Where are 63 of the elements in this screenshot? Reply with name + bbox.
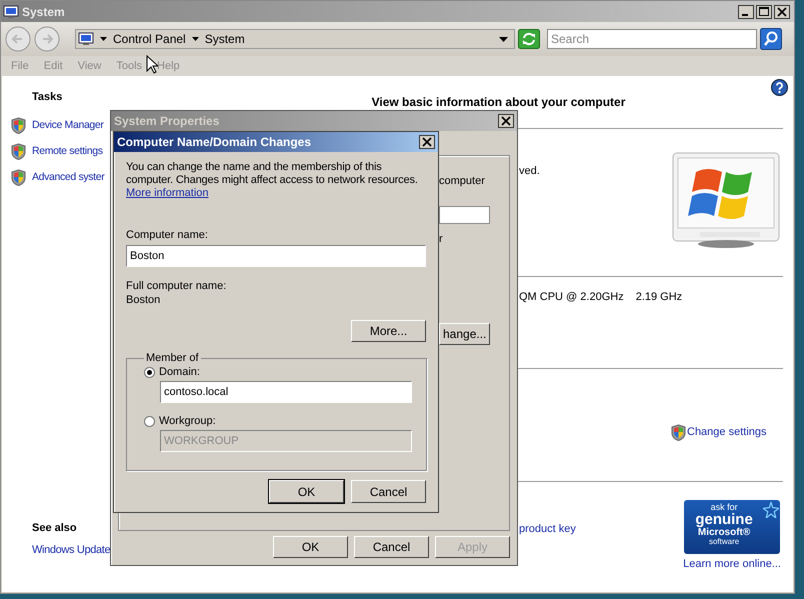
- task-link[interactable]: Remote settings: [32, 145, 103, 157]
- processor-text: QM CPU @ 2.20GHz: [519, 291, 624, 305]
- radio-label[interactable]: Workgroup:: [159, 415, 216, 427]
- maximize-icon[interactable]: [756, 4, 772, 18]
- change-button[interactable]: hange...: [439, 323, 490, 345]
- badge-text: genuine: [695, 512, 753, 528]
- task-link[interactable]: Advanced syster: [32, 171, 104, 183]
- computer-name-field[interactable]: Boston: [126, 245, 426, 267]
- group-label: Member of: [145, 352, 200, 364]
- genuine-badge[interactable]: ask for genuine Microsoft® software: [684, 500, 780, 554]
- window-title: System: [22, 4, 65, 18]
- learn-more-link[interactable]: Learn more online...: [683, 558, 781, 570]
- close-icon[interactable]: [774, 4, 790, 18]
- badge-text: software: [708, 538, 740, 546]
- star-icon: [763, 502, 780, 518]
- page-heading: View basic information about your computer: [372, 95, 626, 109]
- radio-button[interactable]: [144, 366, 155, 378]
- breadcrumb[interactable]: Control Panel: [113, 32, 186, 46]
- full-name-text: Boston: [126, 293, 160, 307]
- sidebar-title: See also: [32, 522, 78, 534]
- description-text: computer: [439, 175, 485, 187]
- shield-icon: [11, 116, 26, 134]
- caret-icon[interactable]: [192, 37, 199, 41]
- monitor-icon: [78, 32, 94, 46]
- badge-text: ask for: [710, 503, 738, 512]
- refresh-icon[interactable]: [518, 29, 540, 49]
- dialog-button[interactable]: OK: [269, 480, 344, 503]
- shield-icon: [11, 168, 26, 186]
- search-field[interactable]: Search: [547, 29, 757, 49]
- radio-button[interactable]: [144, 416, 155, 426]
- shield-icon: [11, 142, 26, 160]
- dialog-button[interactable]: OK: [273, 536, 348, 558]
- product-key-link[interactable]: product key: [519, 523, 576, 535]
- dialog-button[interactable]: Cancel: [351, 480, 426, 503]
- sidebar-title: Tasks: [32, 91, 64, 103]
- edition-text: ved.: [519, 165, 540, 179]
- label-text: r: [439, 233, 443, 245]
- change-settings-link[interactable]: Change settings: [687, 426, 766, 438]
- help-icon[interactable]: [771, 79, 788, 96]
- radio-label[interactable]: Domain:: [159, 366, 200, 378]
- search-icon[interactable]: [760, 28, 782, 50]
- dropdown-icon[interactable]: [499, 36, 508, 42]
- more-information-link[interactable]: More information: [126, 187, 209, 200]
- close-icon[interactable]: [419, 135, 435, 149]
- dialog-button[interactable]: Cancel: [354, 536, 429, 558]
- monitor-icon: [3, 4, 19, 18]
- task-link[interactable]: Device Manager: [32, 119, 104, 131]
- dialog-title: System Properties: [114, 114, 220, 128]
- dialog-title: Computer Name/Domain Changes: [117, 135, 312, 149]
- description-text: You can change the name and the membership of this computer. Changes might affect access to network resources.: [126, 161, 419, 187]
- minimize-icon[interactable]: [738, 4, 754, 18]
- text-field[interactable]: [439, 206, 490, 224]
- shield-icon: [671, 424, 686, 440]
- caret-icon[interactable]: [100, 37, 107, 41]
- breadcrumb[interactable]: System: [204, 32, 245, 46]
- field-label: Computer name:: [126, 228, 208, 242]
- processor-speed: 2.19 GHz: [636, 291, 682, 305]
- more-button[interactable]: More...: [351, 320, 426, 342]
- field-label: Full computer name:: [126, 279, 226, 293]
- badge-text: Microsoft®: [698, 528, 750, 538]
- text-field[interactable]: contoso.local: [160, 381, 412, 403]
- address-bar[interactable]: Control Panel System: [75, 29, 515, 49]
- cursor-icon: [146, 55, 158, 74]
